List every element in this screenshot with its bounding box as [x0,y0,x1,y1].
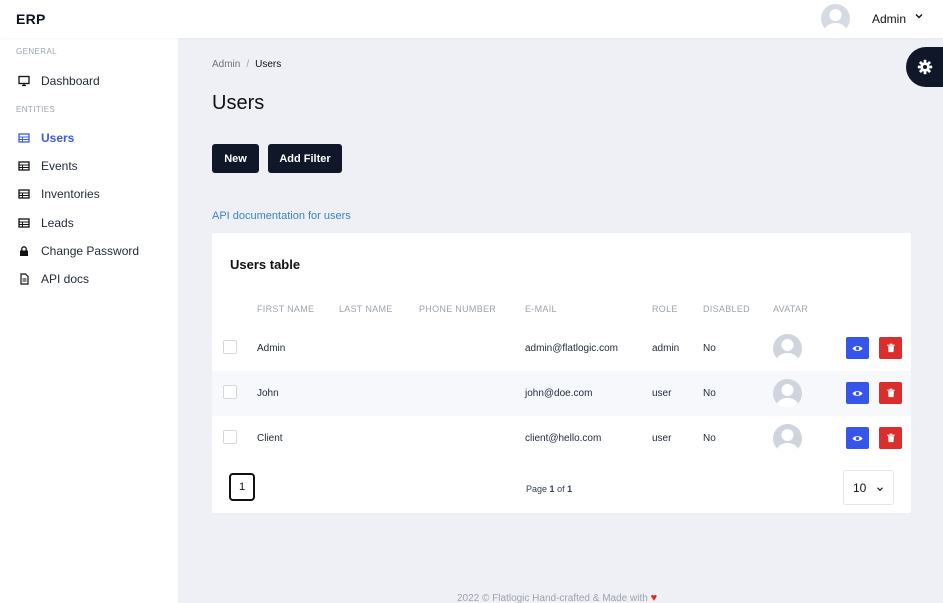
footer: 2022 © Flatlogic Hand-crafted & Made wit… [457,592,657,603]
footer-text: 2022 © Flatlogic Hand-crafted & Made wit… [457,593,648,603]
sidebar-item-label: Change Password [41,244,140,258]
sidebar-item-api-docs[interactable]: API docs [0,268,178,290]
trash-icon [886,388,895,398]
cell-disabled: No [703,343,716,354]
column-header-email[interactable]: E-MAIL [525,304,557,314]
gear-icon [917,59,932,75]
page-info-of: of [557,484,565,494]
file-icon [20,273,29,285]
breadcrumb-separator: / [246,59,250,70]
table-row: Client client@hello.com user No [212,416,911,461]
section-label-entities: ENTITIES [16,105,56,114]
users-table-card: Users table FIRST NAME LAST NAME PHONE N… [212,233,911,513]
view-button[interactable] [846,337,869,359]
rows-per-page-value: 10 [853,480,867,495]
table-icon [18,133,30,143]
breadcrumb-current: Users [255,59,282,70]
view-button[interactable] [846,382,869,404]
sidebar-item-label: Events [41,159,78,173]
row-checkbox[interactable] [223,385,237,399]
cell-role: user [652,433,672,444]
eye-icon [852,390,863,396]
column-header-disabled[interactable]: DISABLED [703,304,750,314]
cell-disabled: No [703,433,716,444]
breadcrumb-root[interactable]: Admin [212,59,240,70]
chevron-down-icon [877,487,883,492]
table-row: John john@doe.com user No [212,371,911,416]
rows-per-page-select[interactable]: 10 [843,470,894,505]
sidebar-item-label: Dashboard [41,74,100,88]
cell-disabled: No [703,388,716,399]
heart-icon: ♥ [650,592,658,603]
column-header-phone-number[interactable]: PHONE NUMBER [419,304,496,314]
sidebar-item-dashboard[interactable]: Dashboard [0,70,178,92]
cell-email: john@doe.com [525,388,593,399]
lock-icon [20,246,28,256]
cell-first-name: John [257,388,279,399]
app-logo[interactable]: ERP [16,11,46,27]
page-info-current: 1 [549,484,555,494]
column-header-first-name[interactable]: FIRST NAME [257,304,314,314]
cell-first-name: Client [257,433,283,444]
eye-icon [852,345,863,351]
row-checkbox[interactable] [223,430,237,444]
column-header-last-name[interactable]: LAST NAME [339,304,393,314]
delete-button[interactable] [879,382,902,404]
cell-first-name: Admin [257,343,286,354]
sidebar-item-label: Users [41,131,75,145]
table-title: Users table [230,257,301,272]
sidebar-item-label: Leads [41,216,74,230]
table-icon [18,218,30,228]
top-bar: ERP Admin [0,0,943,38]
api-documentation-link[interactable]: API documentation for users [212,210,351,222]
table-icon [18,189,30,199]
avatar [773,424,802,453]
sidebar-item-leads[interactable]: Leads [0,212,178,234]
column-header-avatar[interactable]: AVATAR [773,304,808,314]
row-checkbox[interactable] [223,340,237,354]
trash-icon [886,433,895,443]
table-row: Admin admin@flatlogic.com admin No [212,326,911,371]
delete-button[interactable] [879,427,902,449]
section-label-general: GENERAL [16,47,58,56]
sidebar-item-label: Inventories [41,187,100,201]
cell-email: client@hello.com [525,433,602,444]
settings-button[interactable] [906,47,943,87]
pagination-page-button[interactable]: 1 [229,473,255,501]
monitor-icon [18,75,30,87]
add-filter-button[interactable]: Add Filter [268,144,342,173]
delete-button[interactable] [879,337,902,359]
new-button[interactable]: New [212,144,259,173]
sidebar: GENERAL Dashboard ENTITIES Users Events … [0,38,178,603]
user-avatar[interactable] [821,4,850,33]
view-button[interactable] [846,427,869,449]
trash-icon [886,343,895,353]
sidebar-item-change-password[interactable]: Change Password [0,240,178,262]
chevron-down-icon[interactable] [913,10,925,22]
cell-role: admin [652,343,680,354]
page-info-prefix: Page [526,484,548,494]
eye-icon [852,435,863,441]
cell-email: admin@flatlogic.com [525,343,618,354]
avatar [773,334,802,363]
sidebar-item-events[interactable]: Events [0,155,178,177]
avatar [773,379,802,408]
column-header-role[interactable]: ROLE [652,304,678,314]
page-info: Page 1 of 1 [526,484,572,494]
table-icon [18,161,30,171]
sidebar-item-inventories[interactable]: Inventories [0,183,178,205]
sidebar-item-label: API docs [41,272,90,286]
sidebar-item-users[interactable]: Users [0,127,178,149]
page-info-total: 1 [567,484,573,494]
user-menu-name[interactable]: Admin [872,12,906,26]
breadcrumb: Admin / Users [212,59,281,70]
page-title: Users [212,92,265,114]
cell-role: user [652,388,672,399]
